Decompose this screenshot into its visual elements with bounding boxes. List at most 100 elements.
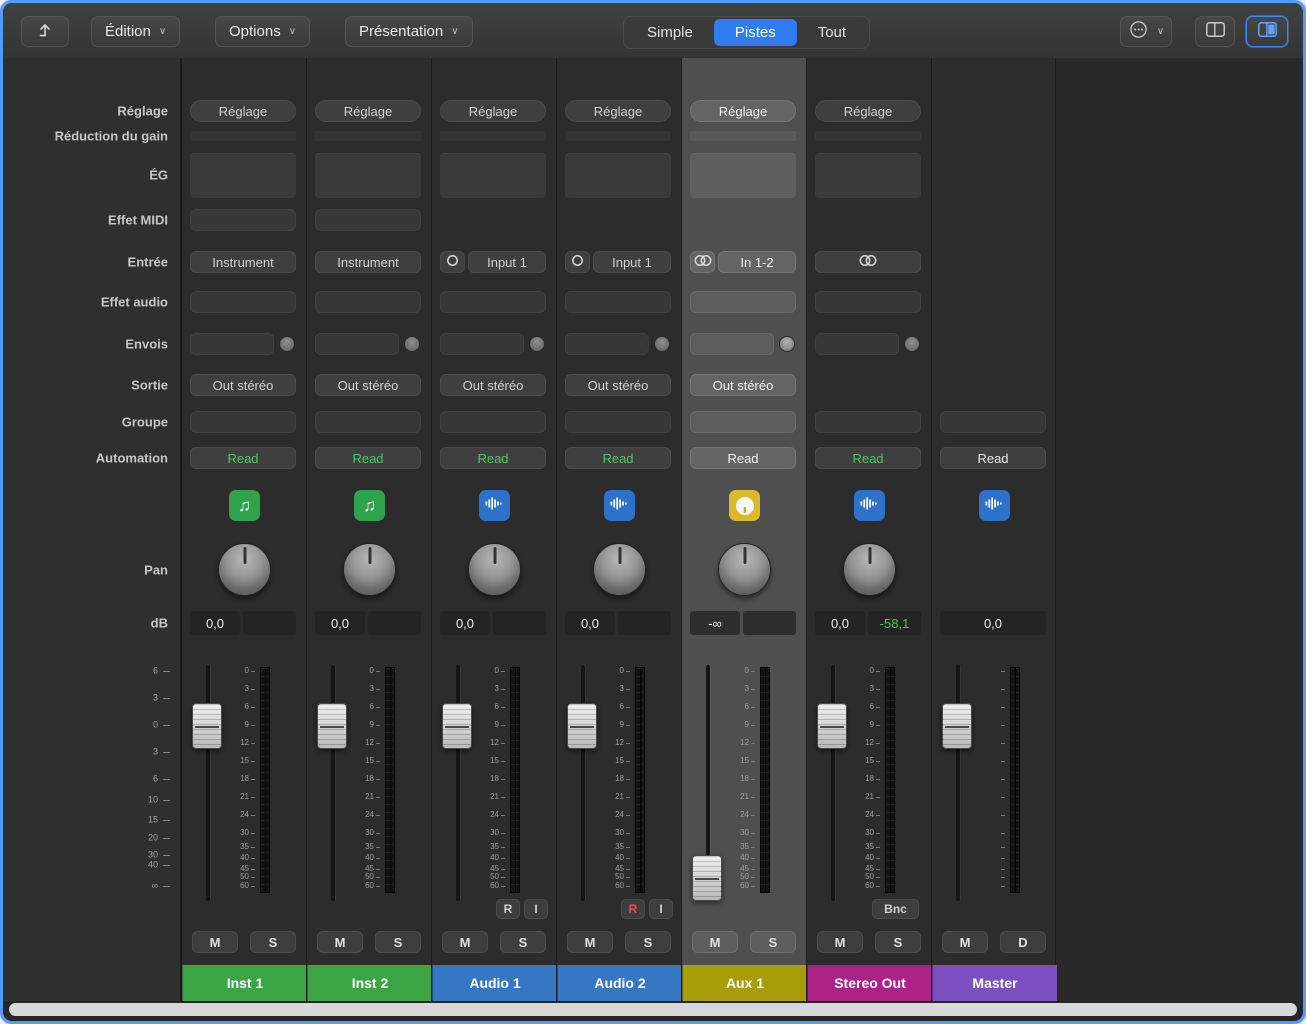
channel-settings-button[interactable]: Réglage xyxy=(440,100,546,122)
send-slot[interactable] xyxy=(315,333,399,355)
mute-button[interactable]: M xyxy=(317,931,363,953)
send-level-knob[interactable] xyxy=(529,336,545,352)
fader-handle[interactable] xyxy=(192,703,222,749)
track-name-plate[interactable]: Audio 2 xyxy=(557,965,682,1001)
volume-db-field[interactable]: 0,0 xyxy=(315,611,365,635)
fader-handle[interactable] xyxy=(817,703,847,749)
output-slot[interactable]: Out stéréo xyxy=(690,374,796,396)
right-pane-toggle-button[interactable] xyxy=(1246,16,1288,47)
menu-button-dition[interactable]: Édition∨ xyxy=(91,16,180,47)
channel-strip-aux-1[interactable]: RéglageIn 1-2Out stéréoRead-∞03691215182… xyxy=(681,58,806,1001)
horizontal-scrollbar[interactable] xyxy=(9,1003,1297,1016)
audio-effect-slot[interactable] xyxy=(440,291,546,313)
midi-effect-slot[interactable] xyxy=(190,209,296,231)
audio-effect-slot[interactable] xyxy=(815,291,921,313)
input-slot[interactable]: Input 1 xyxy=(593,251,671,273)
automation-mode-button[interactable]: Read xyxy=(315,447,421,469)
left-pane-toggle-button[interactable] xyxy=(1195,16,1235,47)
fader-handle[interactable] xyxy=(692,855,722,901)
output-slot[interactable]: Out stéréo xyxy=(315,374,421,396)
input-slot[interactable]: Instrument xyxy=(315,251,421,273)
pan-knob[interactable] xyxy=(218,543,271,596)
pan-knob[interactable] xyxy=(468,543,521,596)
output-slot[interactable]: Out stéréo xyxy=(565,374,671,396)
channel-settings-button[interactable]: Réglage xyxy=(190,100,296,122)
solo-button[interactable]: S xyxy=(625,931,671,953)
send-slot[interactable] xyxy=(190,333,274,355)
peak-level-field[interactable]: -58,1 xyxy=(868,611,921,635)
input-monitor-button[interactable]: I xyxy=(524,899,548,919)
group-slot[interactable] xyxy=(315,411,421,433)
pan-knob[interactable] xyxy=(843,543,896,596)
track-icon[interactable] xyxy=(979,490,1010,521)
send-level-knob[interactable] xyxy=(404,336,420,352)
peak-level-field[interactable] xyxy=(493,611,546,635)
track-name-plate[interactable]: Aux 1 xyxy=(682,965,807,1001)
mute-button[interactable]: M xyxy=(817,931,863,953)
track-icon[interactable] xyxy=(729,490,760,521)
track-icon[interactable] xyxy=(479,490,510,521)
channel-strip-audio-1[interactable]: RéglageInput 1Out stéréoRead0,0036912151… xyxy=(431,58,556,1001)
volume-db-field[interactable]: 0,0 xyxy=(940,611,1046,635)
volume-db-field[interactable]: 0,0 xyxy=(815,611,865,635)
eq-display-slot[interactable] xyxy=(190,153,296,198)
input-format-button[interactable] xyxy=(690,251,715,273)
group-slot[interactable] xyxy=(815,411,921,433)
solo-button[interactable]: S xyxy=(375,931,421,953)
channel-settings-button[interactable]: Réglage xyxy=(815,100,921,122)
track-name-plate[interactable]: Audio 1 xyxy=(432,965,557,1001)
mute-button[interactable]: M xyxy=(442,931,488,953)
volume-db-field[interactable]: -∞ xyxy=(690,611,740,635)
channel-strip-master[interactable]: Read0,0MDMaster xyxy=(931,58,1056,1001)
solo-button[interactable]: S xyxy=(250,931,296,953)
send-slot[interactable] xyxy=(440,333,524,355)
automation-mode-button[interactable]: Read xyxy=(815,447,921,469)
track-icon[interactable]: ♫ xyxy=(354,490,385,521)
automation-mode-button[interactable]: Read xyxy=(190,447,296,469)
group-slot[interactable] xyxy=(690,411,796,433)
track-name-plate[interactable]: Master xyxy=(932,965,1057,1001)
up-arrow-button[interactable] xyxy=(21,16,69,47)
segment-tout[interactable]: Tout xyxy=(797,19,867,46)
send-level-knob[interactable] xyxy=(904,336,920,352)
mute-button[interactable]: M xyxy=(692,931,738,953)
track-icon[interactable] xyxy=(854,490,885,521)
eq-display-slot[interactable] xyxy=(565,153,671,198)
fader-handle[interactable] xyxy=(317,703,347,749)
track-name-plate[interactable]: Stereo Out xyxy=(807,965,932,1001)
automation-mode-button[interactable]: Read xyxy=(440,447,546,469)
channel-strip-inst-1[interactable]: RéglageInstrumentOut stéréoRead♫0,003691… xyxy=(181,58,306,1001)
channel-settings-button[interactable]: Réglage xyxy=(565,100,671,122)
send-slot[interactable] xyxy=(565,333,649,355)
audio-effect-slot[interactable] xyxy=(190,291,296,313)
eq-display-slot[interactable] xyxy=(690,153,796,198)
track-icon[interactable]: ♫ xyxy=(229,490,260,521)
input-slot[interactable] xyxy=(815,251,921,273)
volume-db-field[interactable]: 0,0 xyxy=(190,611,240,635)
eq-display-slot[interactable] xyxy=(440,153,546,198)
output-slot[interactable]: Out stéréo xyxy=(190,374,296,396)
segment-pistes[interactable]: Pistes xyxy=(714,19,797,46)
audio-effect-slot[interactable] xyxy=(315,291,421,313)
automation-mode-button[interactable]: Read xyxy=(940,447,1046,469)
volume-db-field[interactable]: 0,0 xyxy=(440,611,490,635)
peak-level-field[interactable] xyxy=(743,611,796,635)
dim-button[interactable]: D xyxy=(1000,931,1046,953)
group-slot[interactable] xyxy=(940,411,1046,433)
audio-effect-slot[interactable] xyxy=(690,291,796,313)
send-level-knob[interactable] xyxy=(279,336,295,352)
fader-handle[interactable] xyxy=(942,703,972,749)
send-slot[interactable] xyxy=(815,333,899,355)
midi-effect-slot[interactable] xyxy=(315,209,421,231)
menu-button-options[interactable]: Options∨ xyxy=(215,16,310,47)
input-monitor-button[interactable]: I xyxy=(649,899,673,919)
peak-level-field[interactable] xyxy=(368,611,421,635)
volume-db-field[interactable]: 0,0 xyxy=(565,611,615,635)
send-slot[interactable] xyxy=(690,333,774,355)
audio-effect-slot[interactable] xyxy=(565,291,671,313)
group-slot[interactable] xyxy=(565,411,671,433)
track-icon[interactable] xyxy=(604,490,635,521)
segment-simple[interactable]: Simple xyxy=(626,19,714,46)
channel-strip-audio-2[interactable]: RéglageInput 1Out stéréoRead0,0036912151… xyxy=(556,58,681,1001)
fader-handle[interactable] xyxy=(442,703,472,749)
